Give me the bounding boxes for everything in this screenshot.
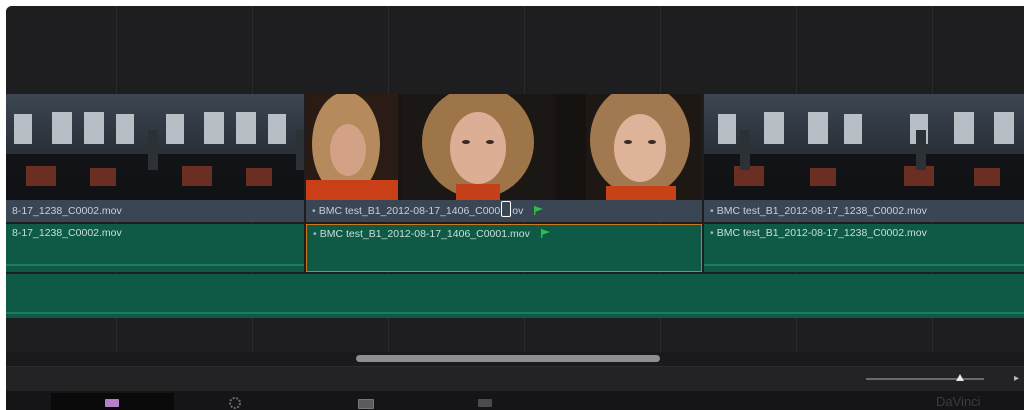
clip-dot-icon: •	[710, 227, 714, 239]
clip-thumbnails	[704, 94, 1024, 200]
clip-dot-icon: •	[313, 228, 317, 240]
audio-clip-selected[interactable]: • BMC test_B1_2012-08-17_1406_C0001.mov	[306, 224, 702, 272]
audio-clip[interactable]: • BMC test_B1_2012-08-17_1238_C0002.mov	[704, 224, 1024, 272]
audio-waveform	[6, 312, 1024, 314]
clip-thumbnails	[6, 94, 304, 200]
clip-thumbnail-room	[6, 94, 304, 200]
audio-clip-name: BMC test_B1_2012-08-17_1238_C0002.mov	[716, 227, 927, 239]
scrollbar-thumb[interactable]	[356, 355, 660, 362]
audio-track-a2[interactable]	[6, 274, 1024, 318]
clip-thumbnail-portrait	[306, 94, 702, 200]
page-navigation: DaVinci	[6, 391, 1024, 410]
deliver-page-icon	[478, 399, 492, 407]
audio-track-a1: 8-17_1238_C0002.mov • BMC test_B1_2012-08…	[6, 224, 1024, 272]
video-clip-selected[interactable]: • BMC test_B1_2012-08-17_1406_C000 ov	[306, 94, 702, 222]
audio-clip[interactable]: 8-17_1238_C0002.mov	[6, 224, 304, 272]
clip-name-prefix: BMC test_B1_2012-08-17_1406_C000	[318, 205, 501, 217]
tab-deliver[interactable]	[472, 393, 502, 410]
audio-clip-name: BMC test_B1_2012-08-17_1406_C0001.mov	[319, 228, 530, 240]
timeline-toolbar: ▸	[6, 366, 1024, 391]
green-flag-icon[interactable]	[534, 206, 544, 215]
clip-name-text: BMC test_B1_2012-08-17_1238_C0002.mov	[716, 205, 927, 217]
edit-page-icon	[358, 399, 374, 409]
tab-media[interactable]	[51, 393, 174, 410]
timeline-scrollbar[interactable]	[6, 352, 1024, 366]
clip-name: • BMC test_B1_2012-08-17_1238_C0002.mov	[704, 200, 1024, 222]
clip-thumbnails	[306, 94, 702, 200]
editor-window: 8-17_1238_C0002.mov • BMC test_B1_2012-0…	[6, 6, 1024, 410]
trim-cursor-icon[interactable]	[501, 201, 512, 217]
media-page-icon	[105, 399, 119, 407]
color-wheel-icon	[229, 397, 241, 409]
audio-waveform	[704, 264, 1024, 266]
tab-edit[interactable]	[352, 393, 382, 410]
audio-clip-name: 8-17_1238_C0002.mov	[12, 227, 122, 239]
clip-dot-icon: •	[312, 205, 316, 217]
clip-name-suffix: ov	[512, 205, 524, 217]
green-flag-icon[interactable]	[540, 229, 550, 238]
video-track-v1: 8-17_1238_C0002.mov • BMC test_B1_2012-0…	[6, 94, 1024, 222]
zoom-slider-knob[interactable]	[956, 374, 965, 381]
zoom-slider[interactable]	[866, 378, 984, 380]
brand-logo-text: DaVinci	[936, 394, 981, 409]
audio-waveform	[6, 264, 304, 266]
video-clip[interactable]: • BMC test_B1_2012-08-17_1238_C0002.mov	[704, 94, 1024, 222]
clip-thumbnail-room	[704, 94, 1024, 200]
clip-dot-icon: •	[710, 205, 714, 217]
timeline[interactable]: 8-17_1238_C0002.mov • BMC test_B1_2012-0…	[6, 6, 1024, 352]
tab-color[interactable]	[220, 393, 250, 410]
clip-name-selected: • BMC test_B1_2012-08-17_1406_C000 ov	[306, 200, 702, 222]
video-clip[interactable]: 8-17_1238_C0002.mov	[6, 94, 304, 222]
clip-name: 8-17_1238_C0002.mov	[6, 200, 304, 222]
zoom-fit-icon[interactable]: ▸	[1014, 373, 1020, 384]
